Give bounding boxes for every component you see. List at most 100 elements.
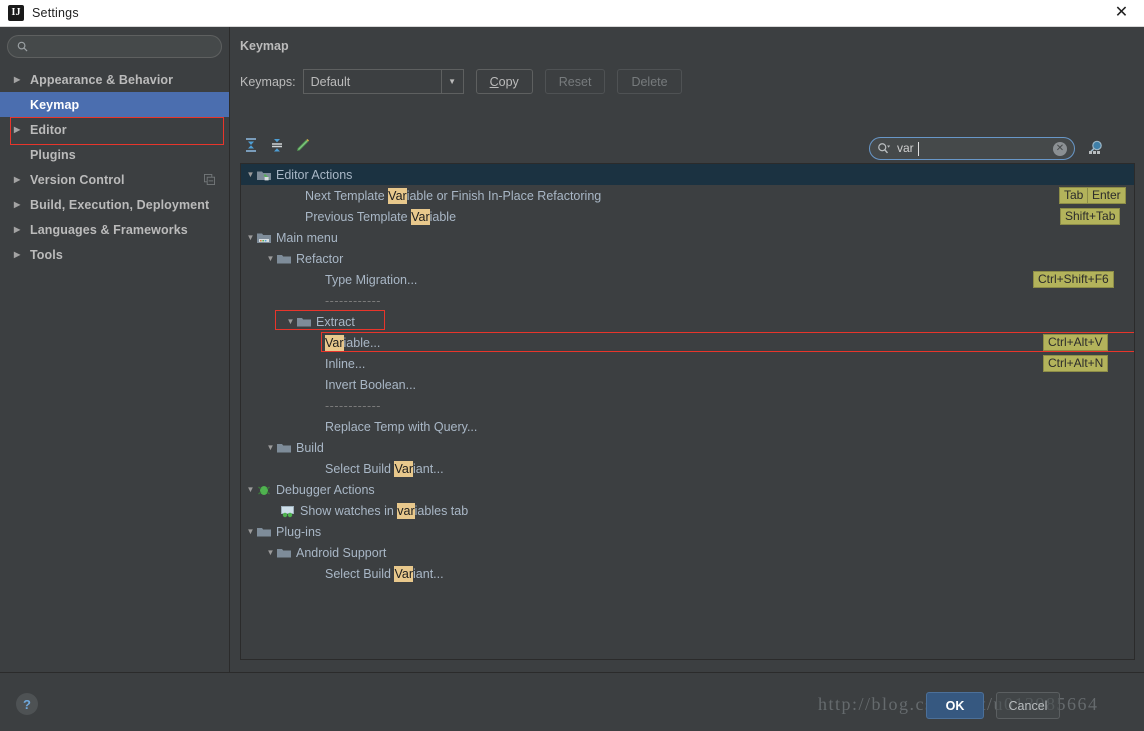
tree-row-select-build-variant-android[interactable]: Select Build Variant... xyxy=(241,563,1134,584)
tree-row-label: Build xyxy=(296,440,324,455)
sidebar-item-label: Plugins xyxy=(30,147,76,162)
main-menu-icon xyxy=(257,233,271,243)
tree-row-debugger-actions[interactable]: ▼ Debugger Actions xyxy=(241,479,1134,500)
copy-button-rest: opy xyxy=(498,74,519,89)
tree-search-value: var xyxy=(897,141,914,155)
keymap-select-value: Default xyxy=(310,74,351,89)
tree-row-refactor[interactable]: ▼ Refactor xyxy=(241,248,1134,269)
tree-row-type-migration[interactable]: Type Migration... Ctrl+Shift+F6 xyxy=(241,269,1134,290)
chevron-right-icon: ▶ xyxy=(14,249,21,259)
shortcut-badge: Shift+Tab xyxy=(1060,208,1121,225)
keymap-tree[interactable]: ▼ Editor Actions Next Template Variable … xyxy=(240,163,1135,660)
sidebar-item-tools[interactable]: ▶ Tools xyxy=(0,242,229,267)
ok-button[interactable]: OK xyxy=(926,692,984,719)
tree-row-label: Type Migration... xyxy=(325,272,418,287)
text-caret xyxy=(918,142,919,156)
chevron-down-icon[interactable]: ▼ xyxy=(245,170,256,179)
sidebar-search-input[interactable] xyxy=(34,36,213,57)
tree-row-main-menu[interactable]: ▼ Main menu xyxy=(241,227,1134,248)
tree-row-select-build-variant[interactable]: Select Build Variant... xyxy=(241,458,1134,479)
keymaps-row: Keymaps: Default ▼ Copy Reset Delete xyxy=(240,69,682,94)
chevron-down-icon[interactable]: ▼ xyxy=(265,254,276,263)
sidebar-item-languages-frameworks[interactable]: ▶ Languages & Frameworks xyxy=(0,217,229,242)
folder-icon xyxy=(277,254,291,263)
chevron-right-icon: ▶ xyxy=(14,199,21,209)
chevron-down-icon[interactable]: ▼ xyxy=(285,317,296,326)
sidebar-item-editor[interactable]: ▶ Editor xyxy=(0,117,229,142)
tree-row-build[interactable]: ▼ Build xyxy=(241,437,1134,458)
settings-dialog: IJ Settings ✕ ▶ Appearance & Behavior ▶ … xyxy=(0,0,1144,731)
sidebar-search-box[interactable] xyxy=(7,35,222,58)
sidebar-item-list: ▶ Appearance & Behavior ▶ Keymap ▶ Edito… xyxy=(0,67,229,267)
folder-icon xyxy=(257,527,271,536)
search-icon xyxy=(17,41,28,52)
delete-button[interactable]: Delete xyxy=(617,69,682,94)
tree-separator: ------------ xyxy=(325,293,381,308)
shortcut-badge: Enter xyxy=(1087,187,1126,204)
help-button[interactable]: ? xyxy=(16,693,38,715)
reset-button[interactable]: Reset xyxy=(544,69,606,94)
tree-row-label: Debugger Actions xyxy=(276,482,375,497)
sidebar-item-appearance-behavior[interactable]: ▶ Appearance & Behavior xyxy=(0,67,229,92)
editor-actions-icon xyxy=(257,171,271,180)
tree-row-next-template-variable[interactable]: Next Template Variable or Finish In-Plac… xyxy=(241,185,1134,206)
tree-row-label: Refactor xyxy=(296,251,344,266)
tree-row-invert-boolean[interactable]: Invert Boolean... xyxy=(241,374,1134,395)
clear-search-icon[interactable]: ✕ xyxy=(1053,142,1067,156)
sidebar-item-label: Keymap xyxy=(30,97,80,112)
shortcut-badge: Tab xyxy=(1059,187,1089,204)
sidebar-item-keymap[interactable]: ▶ Keymap xyxy=(0,92,229,117)
tree-row-extract-variable[interactable]: Variable... Ctrl+Alt+V xyxy=(241,332,1134,353)
tree-row-label: Previous Template Variable xyxy=(305,208,457,225)
tree-row-plug-ins[interactable]: ▼ Plug-ins xyxy=(241,521,1134,542)
tree-search-box[interactable]: var ✕ xyxy=(869,137,1075,160)
expand-all-icon[interactable] xyxy=(269,137,285,153)
tree-row-label: Extract xyxy=(316,314,355,329)
tree-row-inline[interactable]: Inline... Ctrl+Alt+N xyxy=(241,353,1134,374)
copy-icon xyxy=(204,174,215,185)
chevron-down-icon[interactable]: ▼ xyxy=(245,527,256,536)
cancel-button[interactable]: Cancel xyxy=(996,692,1060,719)
tree-row-android-support[interactable]: ▼ Android Support xyxy=(241,542,1134,563)
debugger-icon xyxy=(258,485,270,495)
find-by-shortcut-icon[interactable] xyxy=(1086,138,1106,158)
window-title: Settings xyxy=(32,6,79,20)
chevron-down-icon[interactable]: ▼ xyxy=(265,443,276,452)
tree-row-label: Select Build Variant... xyxy=(325,460,444,477)
sidebar-item-plugins[interactable]: ▶ Plugins xyxy=(0,142,229,167)
chevron-right-icon: ▶ xyxy=(14,224,21,234)
sidebar-item-label: Appearance & Behavior xyxy=(30,72,174,87)
tree-row-replace-temp-with-query[interactable]: Replace Temp with Query... xyxy=(241,416,1134,437)
tree-row-extract[interactable]: ▼ Extract xyxy=(241,311,1134,332)
shortcut-badge: Ctrl+Alt+V xyxy=(1043,334,1108,351)
chevron-right-icon: ▶ xyxy=(14,174,21,184)
close-icon[interactable]: ✕ xyxy=(1099,0,1144,26)
tree-row-show-watches[interactable]: Show watches in variables tab xyxy=(241,500,1134,521)
sidebar-item-version-control[interactable]: ▶ Version Control xyxy=(0,167,229,192)
tree-row-previous-template-variable[interactable]: Previous Template Variable Shift+Tab xyxy=(241,206,1134,227)
shortcut-badge: Ctrl+Shift+F6 xyxy=(1033,271,1114,288)
sidebar-item-build-execution-deployment[interactable]: ▶ Build, Execution, Deployment xyxy=(0,192,229,217)
chevron-down-icon[interactable]: ▼ xyxy=(245,485,256,494)
tree-row-label: Invert Boolean... xyxy=(325,377,417,392)
keymap-select[interactable]: Default ▼ xyxy=(302,69,464,94)
tree-row-label: Android Support xyxy=(296,545,387,560)
title-bar: IJ Settings ✕ xyxy=(0,0,1144,27)
tree-row-editor-actions[interactable]: ▼ Editor Actions xyxy=(241,164,1134,185)
sidebar-item-label: Version Control xyxy=(30,172,125,187)
sidebar-search-wrap xyxy=(0,27,229,64)
collapse-all-icon[interactable] xyxy=(243,137,259,153)
chevron-right-icon: ▶ xyxy=(14,74,21,84)
tree-row-label: Variable... xyxy=(325,334,381,351)
search-dropdown-icon[interactable] xyxy=(877,142,891,156)
chevron-right-icon: ▶ xyxy=(14,124,21,134)
chevron-down-icon[interactable]: ▼ xyxy=(265,548,276,557)
edit-shortcut-icon[interactable] xyxy=(295,137,311,153)
sidebar-item-label: Languages & Frameworks xyxy=(30,222,188,237)
chevron-down-icon[interactable]: ▼ xyxy=(440,70,463,93)
copy-button[interactable]: Copy xyxy=(475,69,533,94)
shortcut-badge: Ctrl+Alt+N xyxy=(1043,355,1109,372)
tree-row-label: Replace Temp with Query... xyxy=(325,419,478,434)
chevron-down-icon[interactable]: ▼ xyxy=(245,233,256,242)
page-title: Keymap xyxy=(240,39,289,53)
